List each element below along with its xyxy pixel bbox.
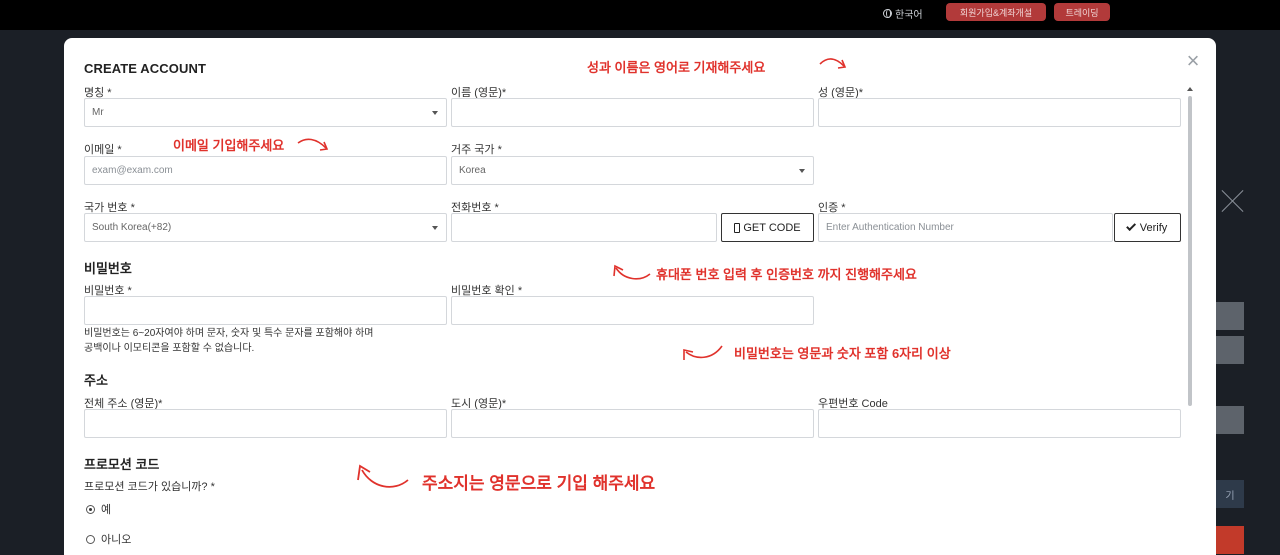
scrollbar-thumb[interactable] — [1188, 96, 1192, 406]
language-label: 한국어 — [895, 10, 923, 21]
promo-option-no[interactable]: 아니오 — [86, 531, 131, 547]
phone-icon — [734, 222, 741, 233]
postal-code-input[interactable] — [818, 409, 1181, 438]
promo-option-no-label: 아니오 — [101, 534, 132, 546]
auth-placeholder: Enter Authentication Number — [826, 222, 954, 233]
language-selector[interactable]: 한국어 — [883, 6, 923, 21]
country-select-value: Korea — [459, 165, 486, 176]
promo-option-yes-label: 예 — [101, 504, 112, 516]
close-icon[interactable]: × — [1185, 50, 1201, 72]
radio-unchecked-icon — [86, 534, 95, 544]
background-button-label: 기 — [1225, 490, 1235, 502]
background-button: 기 — [1216, 480, 1244, 508]
scroll-up-icon[interactable] — [1187, 87, 1193, 91]
annotation-email: 이메일 기입해주세요 — [169, 135, 289, 154]
trading-button[interactable]: 트레이딩 — [1054, 3, 1110, 21]
email-placeholder: exam@exam.com — [92, 165, 173, 176]
password-heading: 비밀번호 — [84, 261, 132, 276]
chevron-down-icon — [432, 226, 438, 230]
get-code-button[interactable]: GET CODE — [721, 213, 814, 242]
signup-button[interactable]: 회원가입&계좌개설 — [946, 3, 1046, 21]
background-input — [1216, 406, 1244, 434]
modal-title: CREATE ACCOUNT — [84, 61, 207, 76]
full-address-input[interactable] — [84, 409, 447, 438]
country-code-value: South Korea(+82) — [92, 222, 172, 233]
annotation-phone: 휴대폰 번호 입력 후 인증번호 까지 진행해주세요 — [656, 267, 917, 282]
password-help-line: 공백이나 이모티콘을 포함할 수 없습니다. — [84, 343, 255, 354]
globe-icon — [883, 9, 892, 18]
first-name-input[interactable] — [451, 98, 814, 127]
annotation-arrow-icon — [683, 345, 723, 360]
country-select[interactable]: Korea — [451, 156, 814, 185]
background-input — [1216, 336, 1244, 364]
promo-option-yes[interactable]: 예 — [86, 501, 111, 517]
annotation-arrow-icon — [357, 464, 409, 488]
radio-checked-icon — [86, 504, 95, 514]
promo-question: 프로모션 코드가 있습니까? * — [84, 481, 215, 493]
get-code-label: GET CODE — [743, 221, 801, 234]
create-account-modal: × CREATE ACCOUNT 명칭 * Mr 이름 (영문)* 성 (영문)… — [64, 38, 1216, 555]
background-input — [1216, 302, 1244, 330]
annotation-arrow-icon — [297, 138, 329, 151]
background-button — [1216, 526, 1244, 554]
background-close-icon[interactable] — [1218, 186, 1248, 216]
promo-heading: 프로모션 코드 — [84, 457, 160, 472]
country-label: 거주 국가 * — [451, 144, 502, 156]
email-label: 이메일 * — [84, 144, 122, 156]
chevron-down-icon — [799, 169, 805, 173]
annotation-address: 주소지는 영문으로 기입 해주세요 — [422, 474, 656, 493]
chevron-down-icon — [432, 111, 438, 115]
confirm-password-input[interactable] — [451, 296, 814, 325]
password-input[interactable] — [84, 296, 447, 325]
annotation-password: 비밀번호는 영문과 숫자 포함 6자리 이상 — [734, 346, 951, 361]
annotation-name: 성과 이름은 영어로 기재해주세요 — [587, 60, 766, 75]
email-input[interactable]: exam@exam.com — [84, 156, 447, 185]
address-heading: 주소 — [84, 373, 108, 388]
password-help-line: 비밀번호는 6~20자여야 하며 문자, 숫자 및 특수 문자를 포함해야 하며 — [84, 328, 374, 339]
phone-input[interactable] — [451, 213, 717, 242]
auth-input[interactable]: Enter Authentication Number — [818, 213, 1113, 242]
title-select[interactable]: Mr — [84, 98, 447, 127]
city-input[interactable] — [451, 409, 814, 438]
country-code-select[interactable]: South Korea(+82) — [84, 213, 447, 242]
verify-label: Verify — [1139, 221, 1168, 234]
check-icon — [1125, 221, 1136, 232]
verify-button[interactable]: Verify — [1114, 213, 1181, 242]
annotation-arrow-icon — [613, 264, 651, 280]
annotation-arrow-icon — [819, 58, 847, 69]
title-select-value: Mr — [92, 107, 104, 118]
password-help-text: 비밀번호는 6~20자여야 하며 문자, 숫자 및 특수 문자를 포함해야 하며… — [84, 326, 374, 356]
last-name-input[interactable] — [818, 98, 1181, 127]
